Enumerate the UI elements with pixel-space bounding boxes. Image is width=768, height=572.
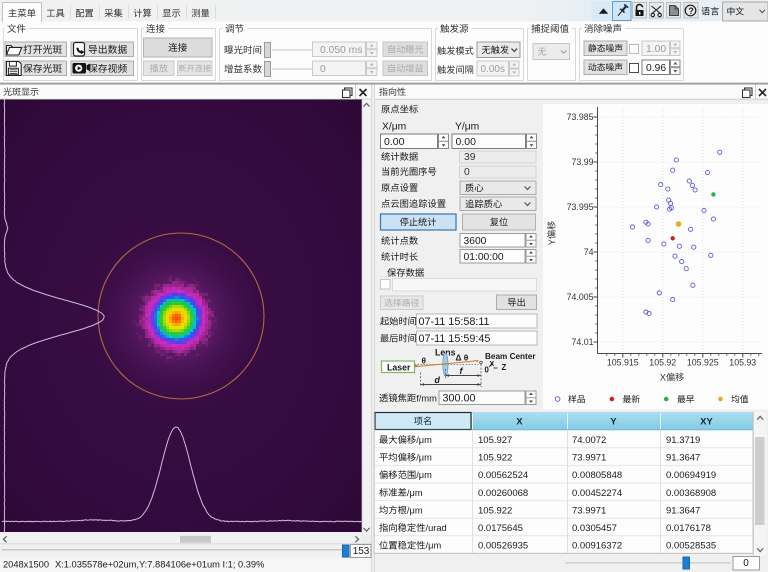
svg-text:153: 153 bbox=[353, 546, 370, 557]
svg-text:91.3647: 91.3647 bbox=[666, 453, 700, 464]
svg-text:0.00260068: 0.00260068 bbox=[478, 488, 528, 499]
svg-text:/μm: /μm bbox=[426, 541, 442, 551]
svg-text:0.00368908: 0.00368908 bbox=[666, 488, 716, 499]
svg-text:X: X bbox=[660, 373, 666, 383]
svg-text:X: X bbox=[516, 416, 523, 426]
svg-text:74.01: 74.01 bbox=[572, 337, 594, 347]
svg-text:0.00: 0.00 bbox=[456, 136, 477, 148]
svg-text:/μm: /μm bbox=[416, 435, 432, 445]
svg-text:0.00: 0.00 bbox=[384, 136, 405, 148]
svg-text:XY: XY bbox=[700, 416, 713, 426]
svg-text:73.9971: 73.9971 bbox=[572, 505, 606, 516]
svg-text:300.00: 300.00 bbox=[443, 393, 476, 405]
svg-text:0.00805848: 0.00805848 bbox=[572, 470, 622, 481]
svg-text:Y/μm: Y/μm bbox=[455, 122, 479, 133]
svg-text:74: 74 bbox=[584, 247, 594, 257]
svg-text:01:00:00: 01:00:00 bbox=[464, 252, 504, 263]
svg-text:X/μm: X/μm bbox=[382, 122, 406, 133]
svg-text:Laser: Laser bbox=[387, 362, 411, 372]
svg-text:f/mm: f/mm bbox=[416, 393, 437, 403]
svg-text:X:1.035578e+02um,Y:7.884106e+0: X:1.035578e+02um,Y:7.884106e+01um I:1; 0… bbox=[55, 560, 264, 570]
svg-text:105.922: 105.922 bbox=[478, 453, 512, 464]
svg-text:0.00452274: 0.00452274 bbox=[572, 488, 622, 499]
svg-text:0: 0 bbox=[743, 558, 749, 569]
svg-text:105.92: 105.92 bbox=[649, 358, 676, 368]
svg-text:07-11 15:59:45: 07-11 15:59:45 bbox=[419, 333, 491, 345]
svg-text:0.00528535: 0.00528535 bbox=[666, 541, 716, 552]
svg-text:/μm: /μm bbox=[407, 488, 423, 498]
svg-text:74.0072: 74.0072 bbox=[572, 435, 606, 446]
svg-text:/μm: /μm bbox=[416, 453, 432, 463]
svg-text:0.0175645: 0.0175645 bbox=[478, 523, 523, 534]
svg-text:/μm: /μm bbox=[407, 505, 423, 515]
svg-text:d: d bbox=[435, 375, 441, 385]
svg-text:0.0305457: 0.0305457 bbox=[572, 523, 617, 534]
svg-text:105.922: 105.922 bbox=[478, 505, 512, 516]
svg-text:73.995: 73.995 bbox=[567, 202, 594, 212]
svg-text:105.915: 105.915 bbox=[607, 358, 639, 368]
svg-text:Δ θ: Δ θ bbox=[456, 352, 469, 362]
svg-text:?: ? bbox=[688, 6, 693, 16]
svg-text:0.0176178: 0.0176178 bbox=[666, 523, 711, 534]
svg-text:/μm: /μm bbox=[416, 470, 432, 480]
svg-text:/urad: /urad bbox=[426, 523, 447, 533]
svg-text:0: 0 bbox=[464, 167, 470, 178]
svg-text:0.050 ms: 0.050 ms bbox=[320, 45, 362, 56]
svg-text:2048x1500: 2048x1500 bbox=[3, 560, 49, 570]
svg-text:73.9971: 73.9971 bbox=[572, 453, 606, 464]
svg-text:0.00s: 0.00s bbox=[481, 64, 505, 75]
svg-text:91.3719: 91.3719 bbox=[666, 435, 700, 446]
svg-text:X: X bbox=[490, 361, 495, 368]
svg-text:91.3647: 91.3647 bbox=[666, 505, 700, 516]
svg-text:0.00694919: 0.00694919 bbox=[666, 470, 716, 481]
svg-text:73.985: 73.985 bbox=[567, 112, 594, 122]
svg-text:0.00916372: 0.00916372 bbox=[572, 541, 622, 552]
svg-text:0.00562524: 0.00562524 bbox=[478, 470, 528, 481]
svg-text:105.93: 105.93 bbox=[729, 358, 756, 368]
svg-text:74.005: 74.005 bbox=[567, 292, 594, 302]
svg-text:Y: Y bbox=[610, 416, 617, 426]
svg-text:3600: 3600 bbox=[464, 236, 487, 247]
svg-text:105.927: 105.927 bbox=[478, 435, 512, 446]
svg-text:07-11 15:58:11: 07-11 15:58:11 bbox=[419, 316, 490, 328]
svg-text:105.925: 105.925 bbox=[687, 358, 719, 368]
svg-text:θ: θ bbox=[422, 355, 427, 365]
svg-text:Z: Z bbox=[502, 363, 507, 372]
svg-text:Y: Y bbox=[547, 239, 557, 245]
svg-text:0: 0 bbox=[320, 64, 326, 75]
svg-text:39: 39 bbox=[464, 152, 476, 163]
svg-text:1.00: 1.00 bbox=[646, 44, 666, 55]
svg-text:73.99: 73.99 bbox=[572, 157, 594, 167]
svg-text:0.96: 0.96 bbox=[646, 63, 666, 74]
svg-text:Beam Center: Beam Center bbox=[485, 352, 536, 361]
svg-text:0.00526935: 0.00526935 bbox=[478, 541, 528, 552]
